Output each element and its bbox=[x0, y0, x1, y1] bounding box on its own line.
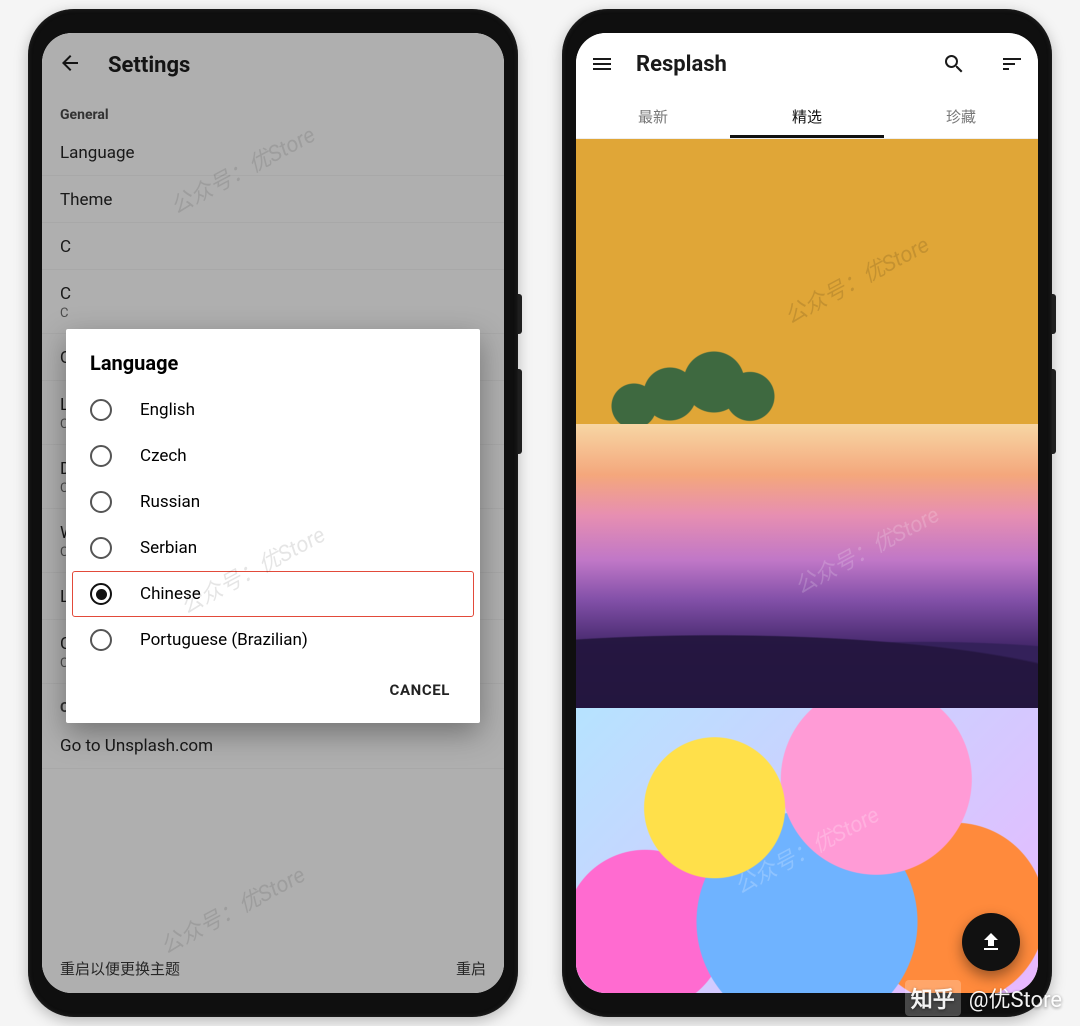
zhihu-author: @优Store bbox=[969, 982, 1062, 1014]
language-option-russian[interactable]: Russian bbox=[66, 479, 480, 525]
tab-collections[interactable]: 珍藏 bbox=[884, 95, 1038, 138]
menu-icon[interactable] bbox=[590, 52, 614, 76]
phone-side-button bbox=[1052, 294, 1056, 334]
zhihu-logo-text: 知乎 bbox=[905, 980, 961, 1016]
language-option-serbian[interactable]: Serbian bbox=[66, 525, 480, 571]
tab-featured[interactable]: 精选 bbox=[730, 95, 884, 138]
upload-fab[interactable] bbox=[962, 913, 1020, 971]
dialog-title: Language bbox=[66, 351, 480, 387]
photo-feed[interactable] bbox=[576, 139, 1038, 993]
phone-side-button bbox=[518, 294, 522, 334]
screen-right: Resplash 最新 精选 珍藏 bbox=[576, 33, 1038, 993]
option-label: Serbian bbox=[140, 538, 197, 558]
sort-icon[interactable] bbox=[1000, 52, 1024, 76]
tab-latest[interactable]: 最新 bbox=[576, 95, 730, 138]
phone-frame-right: Resplash 最新 精选 珍藏 bbox=[562, 9, 1052, 1017]
radio-icon bbox=[90, 399, 112, 421]
language-dialog: Language English Czech Russian Serbian bbox=[66, 329, 480, 723]
radio-icon bbox=[90, 629, 112, 651]
search-icon[interactable] bbox=[942, 52, 966, 76]
option-label: Portuguese (Brazilian) bbox=[140, 630, 308, 650]
radio-icon bbox=[90, 445, 112, 467]
option-label: Czech bbox=[140, 446, 187, 466]
appbar: Resplash bbox=[576, 33, 1038, 95]
language-option-chinese[interactable]: Chinese bbox=[72, 571, 474, 617]
zhihu-watermark: 知乎 @优Store bbox=[905, 980, 1062, 1016]
language-option-english[interactable]: English bbox=[66, 387, 480, 433]
language-option-portuguese-br[interactable]: Portuguese (Brazilian) bbox=[66, 617, 480, 663]
tab-row: 最新 精选 珍藏 bbox=[576, 95, 1038, 139]
screen-left: Settings General Language Theme C C C Q … bbox=[42, 33, 504, 993]
language-option-czech[interactable]: Czech bbox=[66, 433, 480, 479]
photo-card[interactable] bbox=[576, 139, 1038, 424]
option-label: Russian bbox=[140, 492, 200, 512]
radio-icon-selected bbox=[90, 583, 112, 605]
radio-icon bbox=[90, 537, 112, 559]
photo-card[interactable] bbox=[576, 424, 1038, 709]
radio-icon bbox=[90, 491, 112, 513]
cancel-button[interactable]: CANCEL bbox=[380, 673, 460, 707]
phone-side-button bbox=[1052, 369, 1056, 454]
phone-side-button bbox=[518, 369, 522, 454]
app-title: Resplash bbox=[636, 52, 727, 77]
option-label: English bbox=[140, 400, 195, 420]
phone-frame-left: Settings General Language Theme C C C Q … bbox=[28, 9, 518, 1017]
option-label: Chinese bbox=[140, 584, 201, 604]
